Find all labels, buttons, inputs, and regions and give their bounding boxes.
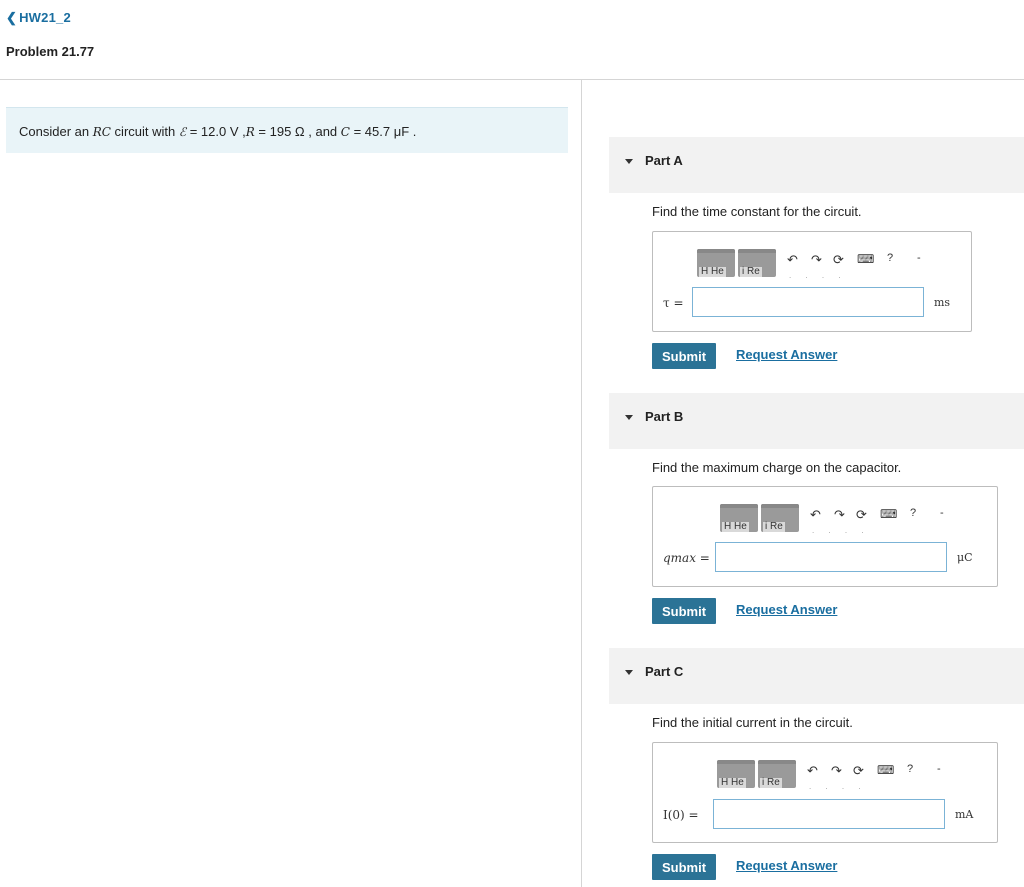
reset-icon[interactable]: ⟳ — [853, 763, 864, 779]
part-b-question: Find the maximum charge on the capacitor… — [652, 460, 902, 475]
part-label: Part B — [645, 409, 684, 424]
more-icon[interactable]: - — [917, 252, 921, 264]
symbols-button[interactable]: i Re — [761, 504, 799, 532]
initial-current-label: I(0) = — [663, 808, 699, 822]
part-a-header[interactable]: Part A — [609, 137, 1024, 193]
qmax-label: qmax = — [663, 551, 710, 565]
back-to-assignment-link[interactable]: ❮ HW21_2 — [6, 10, 71, 26]
redo-icon[interactable]: ↷ — [811, 252, 822, 268]
templates-button[interactable]: H He — [717, 760, 755, 788]
problem-statement: Consider an RC circuit with ℰ = 12.0 V ,… — [6, 107, 568, 153]
help-icon[interactable]: ? — [907, 763, 913, 775]
part-b-header[interactable]: Part B — [609, 393, 1024, 449]
part-label: Part A — [645, 153, 683, 168]
part-c-header[interactable]: Part C — [609, 648, 1024, 704]
symbols-button[interactable]: i Re — [738, 249, 776, 277]
part-c-submit-button[interactable]: Submit — [652, 854, 716, 880]
unit-label: μC — [957, 551, 973, 564]
caret-down-icon — [625, 415, 633, 420]
part-b-submit-button[interactable]: Submit — [652, 598, 716, 624]
part-a-question: Find the time constant for the circuit. — [652, 204, 862, 219]
math-toolbar: H He i Re ↶ ↷ ⟳ ⌨ ? - . . . . — [720, 504, 952, 535]
redo-icon[interactable]: ↷ — [831, 763, 842, 779]
help-icon[interactable]: ? — [910, 507, 916, 519]
reset-icon[interactable]: ⟳ — [856, 507, 867, 523]
undo-icon[interactable]: ↶ — [807, 763, 818, 779]
column-divider — [581, 80, 582, 887]
initial-current-input[interactable] — [713, 799, 945, 829]
max-charge-input[interactable] — [715, 542, 947, 572]
assignment-name: HW21_2 — [19, 10, 71, 25]
math-toolbar: H He i Re ↶ ↷ ⟳ ⌨ ? - . . . . — [717, 760, 949, 791]
keyboard-icon[interactable]: ⌨ — [877, 763, 894, 777]
symbols-button[interactable]: i Re — [758, 760, 796, 788]
part-b-answer-box: H He i Re ↶ ↷ ⟳ ⌨ ? - . . . . qmax = μC — [652, 486, 998, 587]
part-a-submit-button[interactable]: Submit — [652, 343, 716, 369]
caret-down-icon — [625, 670, 633, 675]
chevron-left-icon: ❮ — [6, 10, 18, 25]
part-c-request-answer-link[interactable]: Request Answer — [736, 858, 837, 873]
math-toolbar: H He i Re ↶ ↷ ⟳ ⌨ ? - . . . . — [697, 249, 929, 280]
header-divider — [0, 79, 1024, 80]
part-c-question: Find the initial current in the circuit. — [652, 715, 853, 730]
part-a-answer-box: H He i Re ↶ ↷ ⟳ ⌨ ? - . . . . τ = ms — [652, 231, 972, 332]
undo-icon[interactable]: ↶ — [787, 252, 798, 268]
tau-label: τ = — [663, 296, 684, 310]
unit-label: ms — [934, 296, 951, 309]
redo-icon[interactable]: ↷ — [834, 507, 845, 523]
part-c-answer-box: H He i Re ↶ ↷ ⟳ ⌨ ? - . . . . I(0) = mA — [652, 742, 998, 843]
unit-label: mA — [955, 808, 974, 821]
more-icon[interactable]: - — [940, 507, 944, 519]
reset-icon[interactable]: ⟳ — [833, 252, 844, 268]
problem-title: Problem 21.77 — [6, 44, 95, 59]
help-icon[interactable]: ? — [887, 252, 893, 264]
caret-down-icon — [625, 159, 633, 164]
keyboard-icon[interactable]: ⌨ — [880, 507, 897, 521]
keyboard-icon[interactable]: ⌨ — [857, 252, 874, 266]
part-b-request-answer-link[interactable]: Request Answer — [736, 602, 837, 617]
part-label: Part C — [645, 664, 684, 679]
templates-button[interactable]: H He — [697, 249, 735, 277]
part-a-request-answer-link[interactable]: Request Answer — [736, 347, 837, 362]
undo-icon[interactable]: ↶ — [810, 507, 821, 523]
templates-button[interactable]: H He — [720, 504, 758, 532]
more-icon[interactable]: - — [937, 763, 941, 775]
time-constant-input[interactable] — [692, 287, 924, 317]
